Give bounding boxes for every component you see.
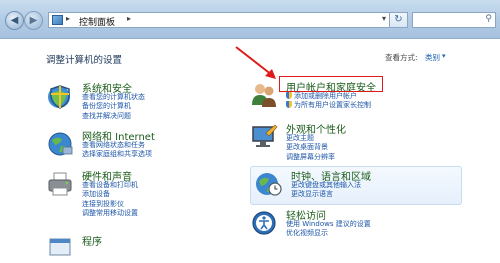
breadcrumb-chevron-icon[interactable]: ▸: [127, 14, 131, 23]
back-arrow-icon: ◀: [10, 15, 19, 26]
category-title[interactable]: 程序: [82, 233, 102, 248]
back-button[interactable]: ◀: [5, 11, 24, 30]
uac-shield-icon: [286, 92, 292, 99]
category-link-text[interactable]: 添加或删除用户帐户: [294, 92, 357, 100]
category-link[interactable]: 备份您的计算机: [82, 102, 145, 111]
programs-icon: [49, 238, 71, 256]
category-link[interactable]: 更改显示语言: [291, 190, 361, 199]
shield-globe-icon: [48, 85, 70, 109]
window-titlebar: ◀ ▶ ▸ 控制面板 ▸ ▾ ↻ ⚲: [0, 0, 500, 39]
category-link[interactable]: 调整屏幕分辨率: [286, 153, 335, 162]
category-link[interactable]: 更改键盘或其他输入法: [291, 181, 361, 190]
breadcrumb-control-panel[interactable]: 控制面板: [79, 15, 115, 28]
address-bar[interactable]: ▸ 控制面板 ▸ ▾: [48, 12, 390, 28]
category-link-shield[interactable]: 为所有用户设置家长控制: [286, 101, 371, 110]
annotation-arrow-icon: [235, 46, 276, 79]
annotation-highlight-box: [279, 76, 383, 92]
uac-shield-icon: [286, 101, 292, 109]
category-link[interactable]: 查找并解决问题: [82, 112, 145, 121]
category-link[interactable]: 选择家庭组和共享选项: [82, 150, 152, 159]
refresh-icon: ↻: [394, 14, 403, 25]
search-box[interactable]: ⚲: [412, 12, 496, 28]
forward-button[interactable]: ▶: [24, 11, 43, 30]
control-panel-icon: [52, 15, 63, 25]
category-link[interactable]: 查看您的计算机状态: [82, 93, 145, 102]
category-link[interactable]: 更改桌面背景: [286, 143, 335, 152]
breadcrumb-separator-icon[interactable]: ▸: [66, 14, 70, 23]
category-link[interactable]: 连接到投影仪: [82, 200, 138, 209]
chevron-down-icon[interactable]: ▾: [442, 52, 446, 60]
category-link-shield[interactable]: 添加或删除用户帐户: [286, 92, 371, 101]
address-dropdown-icon[interactable]: ▾: [382, 14, 386, 23]
view-by-label: 查看方式:: [385, 53, 418, 62]
page-title: 调整计算机的设置: [46, 55, 123, 66]
category-link[interactable]: 优化视频显示: [286, 229, 371, 238]
users-icon: [252, 84, 276, 107]
printer-icon: [48, 172, 72, 196]
category-link[interactable]: 查看设备和打印机: [82, 181, 138, 190]
forward-arrow-icon: ▶: [29, 15, 38, 26]
category-link[interactable]: 查看网络状态和任务: [82, 141, 152, 150]
search-icon: ⚲: [485, 14, 492, 24]
ease-of-access-icon: [252, 211, 276, 235]
category-link[interactable]: 使用 Windows 建议的设置: [286, 220, 371, 229]
category-link[interactable]: 添加设备: [82, 190, 138, 199]
category-link[interactable]: 更改主题: [286, 134, 335, 143]
category-link-text[interactable]: 为所有用户设置家长控制: [294, 101, 371, 109]
clock-globe-icon: [256, 173, 282, 196]
category-link[interactable]: 调整常用移动设置: [82, 209, 138, 218]
network-globe-icon: [48, 132, 73, 156]
view-by-dropdown[interactable]: 类别: [425, 52, 440, 63]
monitor-palette-icon: [252, 124, 278, 147]
refresh-button[interactable]: ↻: [390, 12, 408, 28]
